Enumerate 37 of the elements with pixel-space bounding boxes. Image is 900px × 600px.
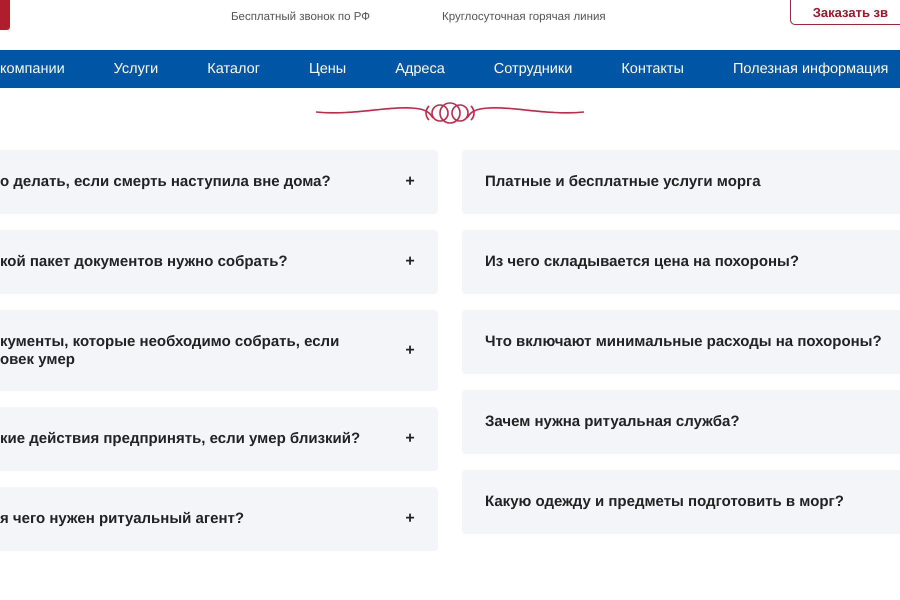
faq-item[interactable]: кой пакет документов нужно собрать? + xyxy=(0,230,438,294)
nav-link[interactable]: компании xyxy=(0,61,65,77)
phone-caption: Бесплатный звонок по РФ xyxy=(231,11,370,23)
faq-question: я чего нужен ритуальный агент? xyxy=(0,510,246,528)
logo-icon xyxy=(0,0,10,30)
faq-question: Зачем нужна ритуальная служба? xyxy=(485,413,741,431)
faq-item[interactable]: Из чего складывается цена на похороны? xyxy=(462,230,900,294)
faq-question: Какую одежду и предметы подготовить в морг? xyxy=(485,493,845,511)
nav-link[interactable]: Полезная информация xyxy=(732,61,888,77)
faq-item[interactable]: Что включают минимальные расходы на похороны? xyxy=(462,310,900,374)
expand-toggle[interactable]: + xyxy=(404,173,416,191)
nav-link[interactable]: Цены xyxy=(308,61,346,77)
nav-link[interactable]: Адреса xyxy=(395,61,445,77)
faq-item[interactable]: кие действия предпринять, если умер близкий? + xyxy=(0,407,438,471)
nav-link[interactable]: Каталог xyxy=(207,61,260,77)
faq-question: Платные и бесплатные услуги морга xyxy=(485,173,762,191)
faq-item[interactable]: я чего нужен ритуальный агент? + xyxy=(0,487,438,551)
faq-item[interactable]: кументы, которые необходимо собрать, если овек умер + xyxy=(0,310,438,391)
faq-question: кие действия предпринять, если умер близкий? xyxy=(0,430,362,448)
faq-item[interactable]: о делать, если смерть наступила вне дома? + xyxy=(0,150,438,214)
faq-item[interactable]: Какую одежду и предметы подготовить в морг? xyxy=(462,470,900,534)
expand-toggle[interactable]: + xyxy=(404,342,416,360)
nav-link[interactable]: Сотрудники xyxy=(494,61,572,77)
faq-item[interactable]: Платные и бесплатные услуги морга xyxy=(462,150,900,214)
order-button[interactable]: Заказать зв xyxy=(790,0,900,25)
expand-toggle[interactable]: + xyxy=(404,430,416,448)
faq-question: кой пакет документов нужно собрать? xyxy=(0,253,289,271)
faq-question: о делать, если смерть наступила вне дома? xyxy=(0,173,332,191)
expand-toggle[interactable]: + xyxy=(404,253,416,271)
faq-question: кументы, которые необходимо собрать, если овек умер xyxy=(0,332,340,368)
faq-question: Что включают минимальные расходы на похороны? xyxy=(485,333,883,351)
faq-question: Из чего складывается цена на похороны? xyxy=(485,253,800,271)
nav-link[interactable]: Контакты xyxy=(621,61,684,77)
nav-link[interactable]: Услуги xyxy=(114,61,158,77)
phone-caption: Круглосуточная горячая линия xyxy=(442,11,606,23)
faq-item[interactable]: Зачем нужна ритуальная служба? xyxy=(462,390,900,454)
expand-toggle[interactable]: + xyxy=(404,510,416,528)
